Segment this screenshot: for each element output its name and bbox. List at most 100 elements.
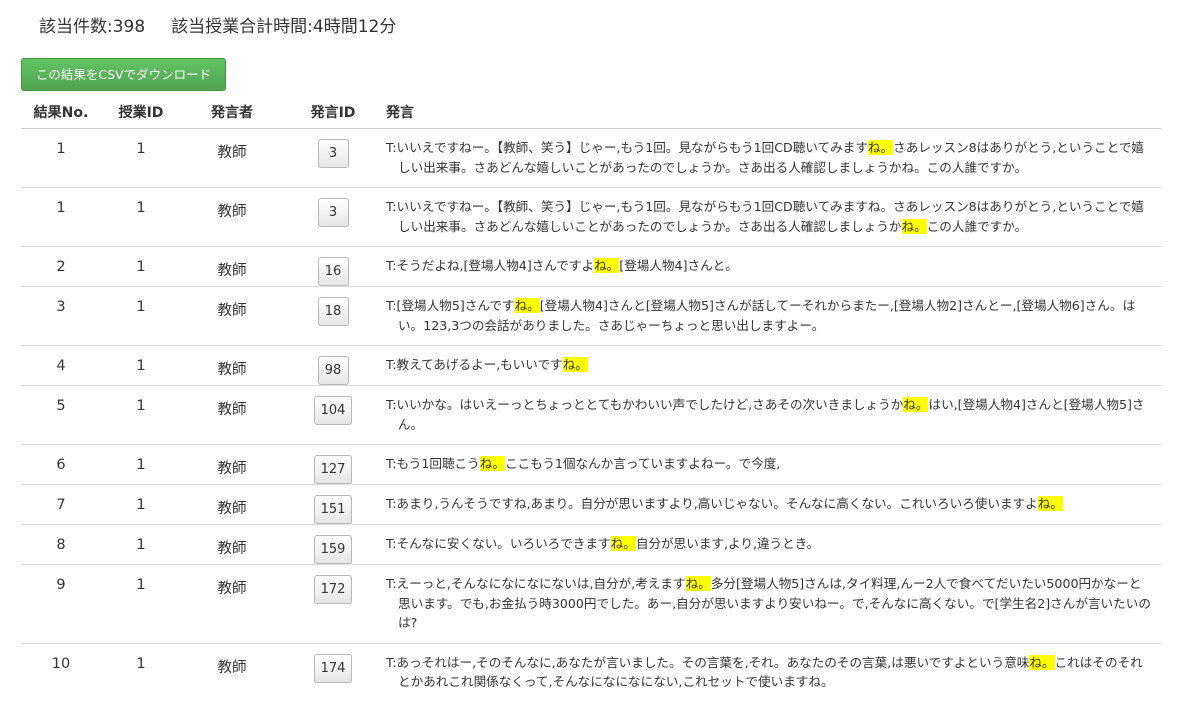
utterance-id-cell: 3 [283,128,383,188]
utterance-text-before: T:いいかな。はいえーっとちょっととてもかわいい声でしたけど,さあその次いきまし… [386,397,904,412]
result-no-cell: 7 [21,484,101,525]
utterance-text: T:そうだよね,[登場人物4]さんですよね。[登場人物4]さんと。 [386,256,1153,276]
keyword-highlight: ね。 [1029,654,1055,670]
utterance-id-button[interactable]: 3 [317,139,349,168]
result-no-cell: 5 [21,385,101,445]
utterance-id-button[interactable]: 16 [317,257,349,286]
speaker-cell: 教師 [181,345,283,386]
class-id-cell: 1 [101,345,181,386]
result-no-cell: 1 [21,187,101,247]
keyword-highlight: ね。 [901,218,927,234]
class-id-cell: 1 [101,524,181,565]
keyword-highlight: ね。 [610,536,636,551]
speaker-cell: 教師 [181,484,283,525]
utterance-id-button[interactable]: 159 [313,535,353,564]
utterance-id-cell: 18 [283,286,383,346]
utterance-cell: T:いいえですねー。【教師、笑う】じゃー,もう1回。見ながらもう1回CD聴いてみ… [383,187,1161,247]
utterance-id-cell: 172 [283,564,383,643]
keyword-highlight: ね。 [1037,496,1063,511]
table-row: 3 1 教師 18 T:[登場人物5]さんですね。[登場人物4]さんと[登場人物5]さん… [21,286,1161,346]
utterance-id-cell: 3 [283,187,383,247]
table-row: 10 1 教師 174 T:あっそれはー,そのそんなに,あなたが言いました。その言葉を,… [21,642,1161,702]
utterance-text-before: T:あまり,うんそうですね,あまり。自分が思いますより,高いじゃない。そんなに高… [386,496,1038,511]
speaker-cell: 教師 [181,524,283,565]
utterance-text: T:いいかな。はいえーっとちょっととてもかわいい声でしたけど,さあその次いきまし… [386,395,1153,434]
keyword-highlight: ね。 [903,397,929,412]
result-no-cell: 8 [21,524,101,565]
results-table-body: 1 1 教師 3 T:いいえですねー。【教師、笑う】じゃー,もう1回。見ながらもう1回C… [21,128,1161,702]
utterance-cell: T:えーっと,そんなになになにないは,自分が,考えますね。多分[登場人物5]さん… [383,564,1161,643]
speaker-cell: 教師 [181,187,283,247]
utterance-cell: T:あっそれはー,そのそんなに,あなたが言いました。その言葉を,それ。あなたのそ… [383,642,1161,702]
utterance-id-cell: 151 [283,484,383,525]
utterance-id-cell: 174 [283,642,383,702]
table-row: 8 1 教師 159 T:そんなに安くない。いろいろできますね。自分が思います,より,違… [21,524,1161,565]
speaker-cell: 教師 [181,642,283,702]
utterance-text-after: 自分が思います,より,違うとき。 [635,536,820,551]
utterance-text-after: ここもう1個なんか言っていますよねー。で今度, [504,456,781,471]
keyword-highlight: ね。 [514,298,540,313]
csv-download-button[interactable]: この結果をCSVでダウンロード [21,58,226,91]
keyword-highlight: ね。 [479,456,505,471]
utterance-cell: T:いいえですねー。【教師、笑う】じゃー,もう1回。見ながらもう1回CD聴いてみ… [383,128,1161,188]
utterance-text-before: T:いいえですねー。【教師、笑う】じゃー,もう1回。見ながらもう1回CD聴いてみ… [386,199,1145,234]
total-time-value: 4時間12分 [312,17,397,37]
utterance-cell: T:そんなに安くない。いろいろできますね。自分が思います,より,違うとき。 [383,524,1161,565]
utterance-id-button[interactable]: 151 [313,495,353,524]
utterance-id-button[interactable]: 104 [313,396,353,425]
utterance-text: T:えーっと,そんなになになにないは,自分が,考えますね。多分[登場人物5]さん… [386,574,1153,633]
utterance-id-button[interactable]: 98 [317,356,349,385]
table-row: 7 1 教師 151 T:あまり,うんそうですね,あまり。自分が思いますより,高いじゃな… [21,484,1161,525]
utterance-text-after: [登場人物4]さんと。 [619,258,738,273]
utterance-cell: T:いいかな。はいえーっとちょっととてもかわいい声でしたけど,さあその次いきまし… [383,385,1161,445]
class-id-cell: 1 [101,564,181,643]
class-id-cell: 1 [101,128,181,188]
class-id-cell: 1 [101,187,181,247]
class-id-cell: 1 [101,642,181,702]
total-time-label: 該当授業合計時間: [171,17,313,37]
utterance-text-before: T:[登場人物5]さんです [386,298,515,313]
table-row: 4 1 教師 98 T:教えてあげるよー,もいいですね。 [21,345,1161,386]
result-no-cell: 1 [21,128,101,188]
result-no-cell: 4 [21,345,101,386]
speaker-cell: 教師 [181,286,283,346]
utterance-text: T:そんなに安くない。いろいろできますね。自分が思います,より,違うとき。 [386,534,1153,554]
utterance-cell: T:もう1回聴こうね。ここもう1個なんか言っていますよねー。で今度, [383,444,1161,485]
result-no-cell: 6 [21,444,101,485]
header-utterance-id: 発言ID [283,96,383,129]
result-no-cell: 10 [21,642,101,702]
utterance-text-after: この人誰ですか。 [926,218,1028,234]
class-id-cell: 1 [101,246,181,287]
table-row: 2 1 教師 16 T:そうだよね,[登場人物4]さんですよね。[登場人物4]さんと。 [21,246,1161,287]
utterance-text: T:あっそれはー,そのそんなに,あなたが言いました。その言葉を,それ。あなたのそ… [386,653,1153,692]
utterance-text-before: T:いいえですねー。【教師、笑う】じゃー,もう1回。見ながらもう1回CD聴いてみ… [386,140,868,155]
utterance-text: T:いいえですねー。【教師、笑う】じゃー,もう1回。見ながらもう1回CD聴いてみ… [386,138,1153,177]
utterance-id-button[interactable]: 174 [313,653,353,683]
utterance-id-button[interactable]: 3 [317,198,349,227]
speaker-cell: 教師 [181,385,283,445]
table-row: 9 1 教師 172 T:えーっと,そんなになになにないは,自分が,考えますね。多分[登… [21,564,1161,643]
utterance-text: T:[登場人物5]さんですね。[登場人物4]さんと[登場人物5]さんが話してーそ… [386,296,1153,335]
speaker-cell: 教師 [181,444,283,485]
utterance-id-cell: 127 [283,444,383,485]
results-table-header: 結果No. 授業ID 発言者 発言ID 発言 [21,96,1161,129]
utterance-text: T:教えてあげるよー,もいいですね。 [386,355,1153,375]
table-row: 5 1 教師 104 T:いいかな。はいえーっとちょっととてもかわいい声でしたけど,さあ… [21,385,1161,445]
keyword-highlight: ね。 [867,140,894,155]
table-row: 1 1 教師 3 T:いいえですねー。【教師、笑う】じゃー,もう1回。見ながらもう1回C… [21,187,1161,247]
utterance-cell: T:あまり,うんそうですね,あまり。自分が思いますより,高いじゃない。そんなに高… [383,484,1161,525]
utterance-id-button[interactable]: 172 [313,575,353,604]
utterance-text: T:あまり,うんそうですね,あまり。自分が思いますより,高いじゃない。そんなに高… [386,494,1153,514]
utterance-id-cell: 159 [283,524,383,565]
keyword-highlight: ね。 [562,357,588,372]
table-row: 1 1 教師 3 T:いいえですねー。【教師、笑う】じゃー,もう1回。見ながらもう1回C… [21,128,1161,188]
results-table: 結果No. 授業ID 発言者 発言ID 発言 1 1 教師 3 T:いいえですねー。【教… [21,96,1161,702]
speaker-cell: 教師 [181,564,283,643]
utterance-id-button[interactable]: 127 [313,455,353,484]
class-id-cell: 1 [101,444,181,485]
class-id-cell: 1 [101,286,181,346]
utterance-id-button[interactable]: 18 [317,297,349,326]
class-id-cell: 1 [101,484,181,525]
utterance-id-cell: 16 [283,246,383,287]
utterance-id-cell: 104 [283,385,383,445]
